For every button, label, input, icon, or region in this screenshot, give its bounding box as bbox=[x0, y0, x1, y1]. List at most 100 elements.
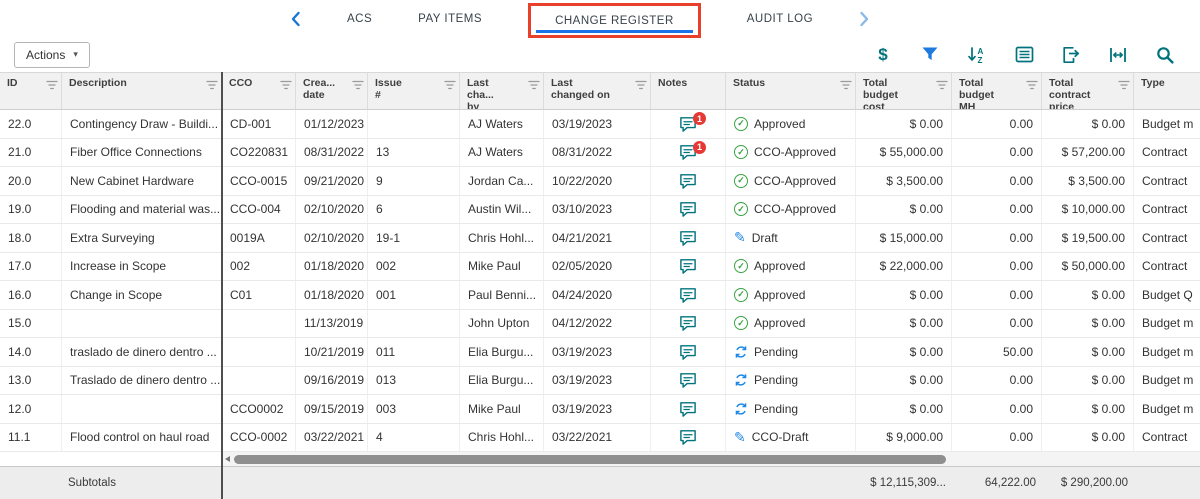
cell-notes[interactable] bbox=[651, 338, 726, 366]
tab-acs[interactable]: ACS bbox=[347, 13, 372, 25]
sort-az-icon[interactable]: AZ bbox=[966, 44, 988, 66]
column-header-type[interactable]: Type bbox=[1134, 73, 1200, 109]
column-filter-icon[interactable] bbox=[936, 80, 948, 90]
frozen-pane-divider[interactable] bbox=[221, 72, 223, 499]
horizontal-scrollbar[interactable] bbox=[222, 452, 1200, 466]
cell-total_budget_mh: 0.00 bbox=[952, 224, 1042, 252]
cell-id: 22.0 bbox=[0, 110, 62, 138]
table-row[interactable]: 16.0Change in ScopeC0101/18/2020001Paul … bbox=[0, 281, 1200, 310]
cell-notes[interactable] bbox=[651, 395, 726, 423]
table-row[interactable]: 21.0Fiber Office ConnectionsCO22083108/3… bbox=[0, 139, 1200, 168]
cell-issue bbox=[368, 310, 460, 338]
list-view-icon[interactable] bbox=[1013, 44, 1035, 66]
status-label: Pending bbox=[754, 345, 798, 359]
column-header-last_changed_by[interactable]: Last cha... by bbox=[460, 73, 544, 109]
cell-notes[interactable] bbox=[651, 196, 726, 224]
column-header-last_changed_on[interactable]: Last changed on bbox=[544, 73, 651, 109]
table-row[interactable]: 20.0New Cabinet HardwareCCO-001509/21/20… bbox=[0, 167, 1200, 196]
column-header-issue[interactable]: Issue # bbox=[368, 73, 460, 109]
cell-notes[interactable] bbox=[651, 367, 726, 395]
column-header-created_date[interactable]: Crea... date bbox=[296, 73, 368, 109]
column-filter-icon[interactable] bbox=[840, 80, 852, 90]
column-filter-icon[interactable] bbox=[1118, 80, 1130, 90]
column-filter-icon[interactable] bbox=[444, 80, 456, 90]
cell-notes[interactable] bbox=[651, 281, 726, 309]
column-label: Status bbox=[733, 77, 765, 89]
cell-last_changed_by: John Upton bbox=[460, 310, 544, 338]
cell-issue: 002 bbox=[368, 253, 460, 281]
cell-issue: 001 bbox=[368, 281, 460, 309]
tab-pay-items[interactable]: PAY ITEMS bbox=[418, 13, 482, 25]
cell-last_changed_by: Jordan Ca... bbox=[460, 167, 544, 195]
cell-notes[interactable] bbox=[651, 167, 726, 195]
tabs-scroll-right-icon[interactable] bbox=[859, 11, 870, 27]
cell-total_budget_cost: $ 0.00 bbox=[856, 110, 952, 138]
column-filter-icon[interactable] bbox=[206, 80, 218, 90]
cell-notes[interactable] bbox=[651, 424, 726, 452]
table-row[interactable]: 18.0Extra Surveying0019A02/10/202019-1Ch… bbox=[0, 224, 1200, 253]
cell-created_date: 02/10/2020 bbox=[296, 196, 368, 224]
scroll-left-arrow-icon[interactable] bbox=[225, 456, 230, 462]
cell-total_contract_price: $ 0.00 bbox=[1042, 395, 1134, 423]
column-filter-icon[interactable] bbox=[1026, 80, 1038, 90]
table-row[interactable]: 13.0Traslado de dinero dentro ...09/16/2… bbox=[0, 367, 1200, 396]
cell-notes[interactable]: 1 bbox=[651, 110, 726, 138]
cell-total_contract_price: $ 0.00 bbox=[1042, 110, 1134, 138]
currency-icon[interactable]: $ bbox=[872, 44, 894, 66]
export-icon[interactable] bbox=[1060, 44, 1082, 66]
column-header-total_contract_price[interactable]: Total contract price$ bbox=[1042, 73, 1134, 109]
status-label: Approved bbox=[754, 316, 805, 330]
actions-button[interactable]: Actions ▾ bbox=[14, 42, 90, 68]
tab-label: AUDIT LOG bbox=[747, 13, 813, 25]
notes-count-badge: 1 bbox=[693, 141, 706, 154]
cell-description: Traslado de dinero dentro ... bbox=[62, 367, 222, 395]
column-header-status[interactable]: Status bbox=[726, 73, 856, 109]
cell-status: Pending bbox=[726, 338, 856, 366]
cell-issue: 19-1 bbox=[368, 224, 460, 252]
cell-id: 17.0 bbox=[0, 253, 62, 281]
column-header-cco[interactable]: CCO bbox=[222, 73, 296, 109]
status-approved-icon: ✓ bbox=[734, 117, 748, 131]
cell-status: Pending bbox=[726, 367, 856, 395]
column-header-total_budget_mh[interactable]: Total budget MH bbox=[952, 73, 1042, 109]
column-header-description[interactable]: Description bbox=[62, 73, 222, 109]
cell-notes[interactable]: 1 bbox=[651, 139, 726, 167]
status-label: Approved bbox=[754, 259, 805, 273]
column-label: ID bbox=[7, 77, 18, 89]
cell-total_budget_cost: $ 0.00 bbox=[856, 281, 952, 309]
cell-status: ✎Draft bbox=[726, 224, 856, 252]
table-row[interactable]: 12.0CCO000209/15/2019003Mike Paul03/19/2… bbox=[0, 395, 1200, 424]
column-filter-icon[interactable] bbox=[528, 80, 540, 90]
cell-status: ✓CCO-Approved bbox=[726, 167, 856, 195]
cell-created_date: 11/13/2019 bbox=[296, 310, 368, 338]
cell-status: ✓CCO-Approved bbox=[726, 139, 856, 167]
cell-total_budget_cost: $ 0.00 bbox=[856, 367, 952, 395]
search-icon[interactable] bbox=[1154, 44, 1176, 66]
table-row[interactable]: 14.0traslado de dinero dentro ...10/21/2… bbox=[0, 338, 1200, 367]
scrollbar-thumb[interactable] bbox=[234, 455, 946, 464]
column-header-total_budget_cost[interactable]: Total budget cost$ bbox=[856, 73, 952, 109]
tabs-scroll-left-icon[interactable] bbox=[290, 11, 301, 27]
cell-notes[interactable] bbox=[651, 224, 726, 252]
cell-last_changed_on: 03/22/2021 bbox=[544, 424, 651, 452]
cell-notes[interactable] bbox=[651, 310, 726, 338]
table-row[interactable]: 15.011/13/2019John Upton04/12/2022✓Appro… bbox=[0, 310, 1200, 339]
table-row[interactable]: 22.0Contingency Draw - Buildi...CD-00101… bbox=[0, 110, 1200, 139]
cell-notes[interactable] bbox=[651, 253, 726, 281]
filter-icon[interactable] bbox=[919, 44, 941, 66]
cell-id: 11.1 bbox=[0, 424, 62, 452]
column-header-notes[interactable]: Notes bbox=[651, 73, 726, 109]
column-header-id[interactable]: ID bbox=[0, 73, 62, 109]
column-filter-icon[interactable] bbox=[352, 80, 364, 90]
column-resize-icon[interactable] bbox=[1107, 44, 1129, 66]
table-row[interactable]: 11.1Flood control on haul roadCCO-000203… bbox=[0, 424, 1200, 453]
change-register-screen: ACS PAY ITEMS CHANGE REGISTER AUDIT LOG … bbox=[0, 0, 1200, 499]
tab-change-register[interactable]: CHANGE REGISTER bbox=[528, 0, 701, 38]
table-row[interactable]: 19.0Flooding and material was...CCO-0040… bbox=[0, 196, 1200, 225]
column-filter-icon[interactable] bbox=[280, 80, 292, 90]
table-row[interactable]: 17.0Increase in Scope00201/18/2020002Mik… bbox=[0, 253, 1200, 282]
column-filter-icon[interactable] bbox=[635, 80, 647, 90]
status-approved-icon: ✓ bbox=[734, 316, 748, 330]
column-filter-icon[interactable] bbox=[46, 80, 58, 90]
tab-audit-log[interactable]: AUDIT LOG bbox=[747, 13, 813, 25]
